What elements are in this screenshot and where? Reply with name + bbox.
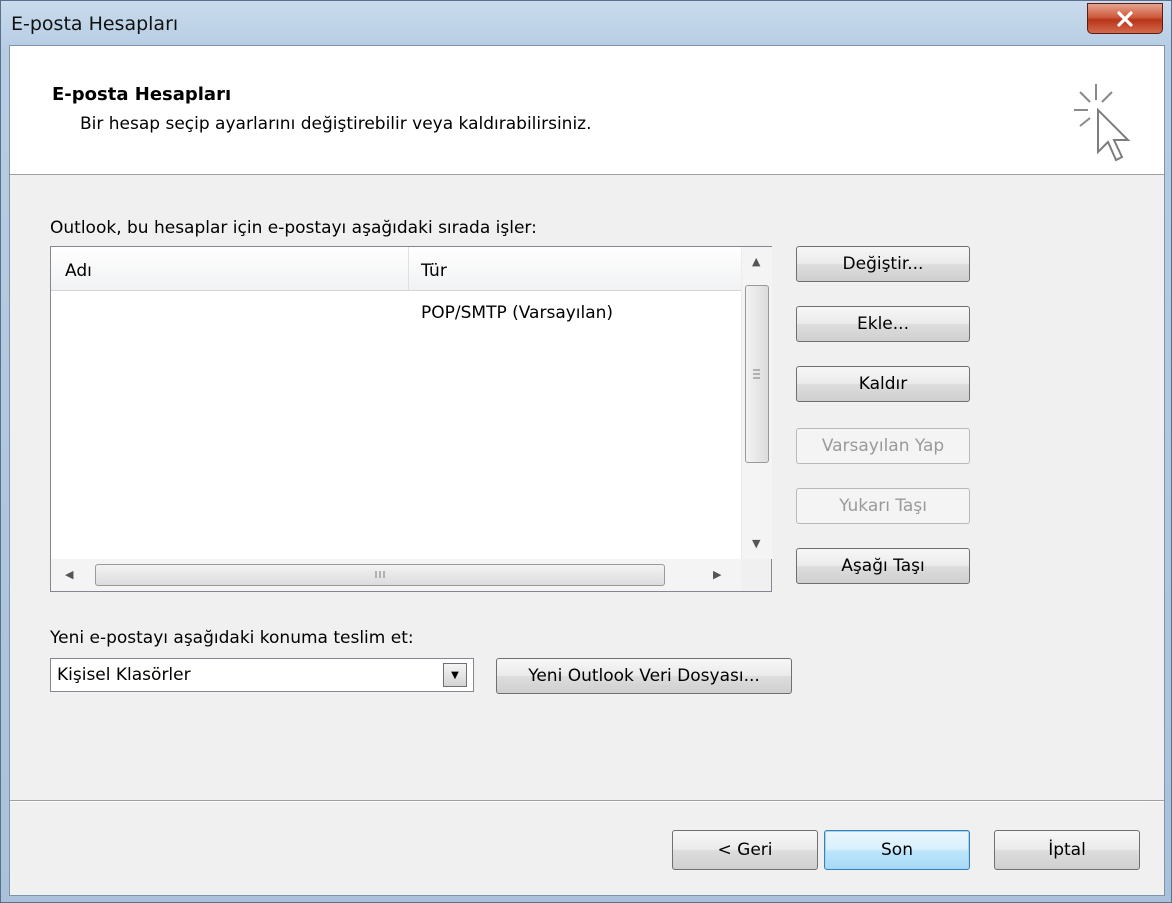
column-header-type[interactable]: Tür [421,261,447,281]
footer-divider [10,800,1164,801]
delivery-location-value: Kişisel Klasörler [57,665,191,685]
column-divider[interactable] [408,247,409,290]
close-button[interactable] [1087,3,1163,34]
scroll-down-icon[interactable]: ▼ [752,537,760,550]
account-type: POP/SMTP (Varsayılan) [421,303,614,323]
column-header-name[interactable]: Adı [65,261,92,281]
delivery-location-label: Yeni e-postayı aşağıdaki konuma teslim e… [50,628,414,648]
back-button[interactable]: < Geri [672,830,818,870]
new-data-file-button[interactable]: Yeni Outlook Veri Dosyası... [496,658,792,694]
scrollbar-corner [741,559,771,591]
scroll-right-icon[interactable]: ▶ [713,568,721,581]
wizard-cursor-icon [1074,84,1131,162]
move-up-button[interactable]: Yukarı Taşı [796,488,970,524]
delivery-location-select[interactable]: Kişisel Klasörler ▼ [50,658,474,692]
header-subtitle: Bir hesap seçip ayarlarını değiştirebili… [80,114,592,134]
close-icon [1117,10,1133,27]
window-title: E-posta Hesapları [11,13,179,35]
scroll-up-icon[interactable]: ▲ [752,255,760,268]
accounts-list[interactable]: Adı Tür POP/SMTP (Varsayılan) ▲ ▼ ◀ ▶ [50,246,772,592]
finish-button[interactable]: Son [824,830,970,870]
grip-icon [753,369,760,379]
dialog-window: E-posta Hesapları E-posta Hesapları Bir … [0,0,1172,903]
wizard-header: E-posta Hesapları Bir hesap seçip ayarla… [10,46,1164,175]
cancel-button[interactable]: İptal [994,830,1140,870]
list-header: Adı Tür [51,247,741,291]
remove-button[interactable]: Kaldır [796,366,970,402]
grip-icon [375,571,385,578]
move-down-button[interactable]: Aşağı Taşı [796,548,970,584]
header-title: E-posta Hesapları [52,84,232,105]
scroll-left-icon[interactable]: ◀ [65,568,73,581]
vertical-scroll-thumb[interactable] [745,285,769,463]
accounts-list-label: Outlook, bu hesaplar için e-postayı aşağ… [50,218,537,238]
set-default-button[interactable]: Varsayılan Yap [796,428,970,464]
change-button[interactable]: Değiştir... [796,246,970,282]
horizontal-scroll-thumb[interactable] [95,564,665,586]
dialog-client: E-posta Hesapları Bir hesap seçip ayarla… [9,45,1165,896]
add-button[interactable]: Ekle... [796,306,970,342]
horizontal-scrollbar[interactable]: ◀ ▶ [51,559,741,591]
chevron-down-icon[interactable]: ▼ [443,663,467,687]
vertical-scrollbar[interactable]: ▲ ▼ [741,247,772,559]
